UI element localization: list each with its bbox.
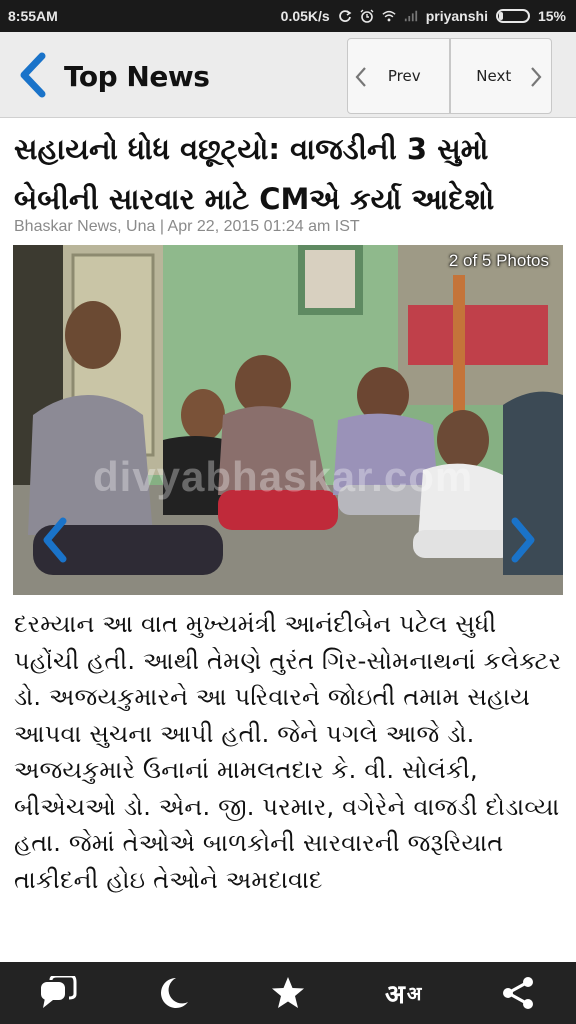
battery-percent: 15% bbox=[537, 8, 566, 24]
font-size-icon-small: अ bbox=[406, 983, 422, 1005]
article-headline: સહાયનો ધોધ વછૂટ્યો: વાજડીની 3 સુમો બેબીન… bbox=[14, 132, 495, 216]
bottom-toolbar: अअ bbox=[0, 962, 576, 1024]
photo-watermark: divyabhaskar.com bbox=[93, 453, 474, 500]
bookmark-star-icon bbox=[271, 977, 304, 1008]
article-byline: Bhaskar News, Una | Apr 22, 2015 01:24 a… bbox=[14, 218, 360, 235]
article-nav: Prev Next bbox=[347, 38, 552, 114]
carrier-name: priyanshi bbox=[425, 8, 488, 24]
article-photo[interactable]: divyabhaskar.com 2 of 5 Photos bbox=[13, 245, 563, 595]
alarm-icon bbox=[360, 9, 374, 23]
wifi-icon bbox=[382, 10, 396, 22]
signal-icon bbox=[404, 10, 417, 22]
next-label: Next bbox=[476, 67, 512, 85]
photo-next-chevron-icon[interactable] bbox=[505, 515, 541, 565]
status-bar: 8:55AM 0.05K/s priyanshi 15% bbox=[0, 0, 576, 32]
page-title: Top News bbox=[64, 60, 210, 93]
bookmark-button[interactable] bbox=[258, 968, 318, 1018]
next-button[interactable]: Next bbox=[448, 39, 552, 113]
article-body: દરમ્યાન આ વાત મુખ્યમંત્રી આનંદીબેન પટેલ … bbox=[14, 610, 562, 894]
photo-scene bbox=[13, 245, 563, 595]
prev-button[interactable]: Prev bbox=[348, 39, 449, 113]
font-size-icon-large: अ bbox=[384, 980, 405, 1010]
chevron-left-icon bbox=[355, 67, 366, 87]
font-size-button[interactable]: अअ bbox=[373, 968, 433, 1018]
network-speed: 0.05K/s bbox=[280, 8, 330, 24]
night-mode-icon bbox=[160, 978, 188, 1008]
night-mode-button[interactable] bbox=[143, 968, 203, 1018]
chevron-right-icon bbox=[531, 67, 542, 87]
photo-counter: 2 of 5 Photos bbox=[448, 251, 549, 270]
status-time: 8:55AM bbox=[8, 8, 58, 24]
comments-button[interactable] bbox=[28, 968, 88, 1018]
share-button[interactable] bbox=[488, 968, 548, 1018]
prev-label: Prev bbox=[387, 67, 421, 85]
share-icon bbox=[503, 977, 534, 1009]
battery-level-fill bbox=[498, 12, 504, 20]
comments-icon bbox=[40, 976, 77, 1008]
photo-prev-chevron-icon[interactable] bbox=[37, 515, 73, 565]
battery-icon bbox=[495, 9, 530, 23]
sync-icon bbox=[338, 10, 352, 22]
status-right: 0.05K/s priyanshi 15% bbox=[281, 8, 566, 24]
back-arrow-icon[interactable] bbox=[14, 52, 50, 98]
app-header: Top News Prev Next bbox=[0, 32, 576, 118]
